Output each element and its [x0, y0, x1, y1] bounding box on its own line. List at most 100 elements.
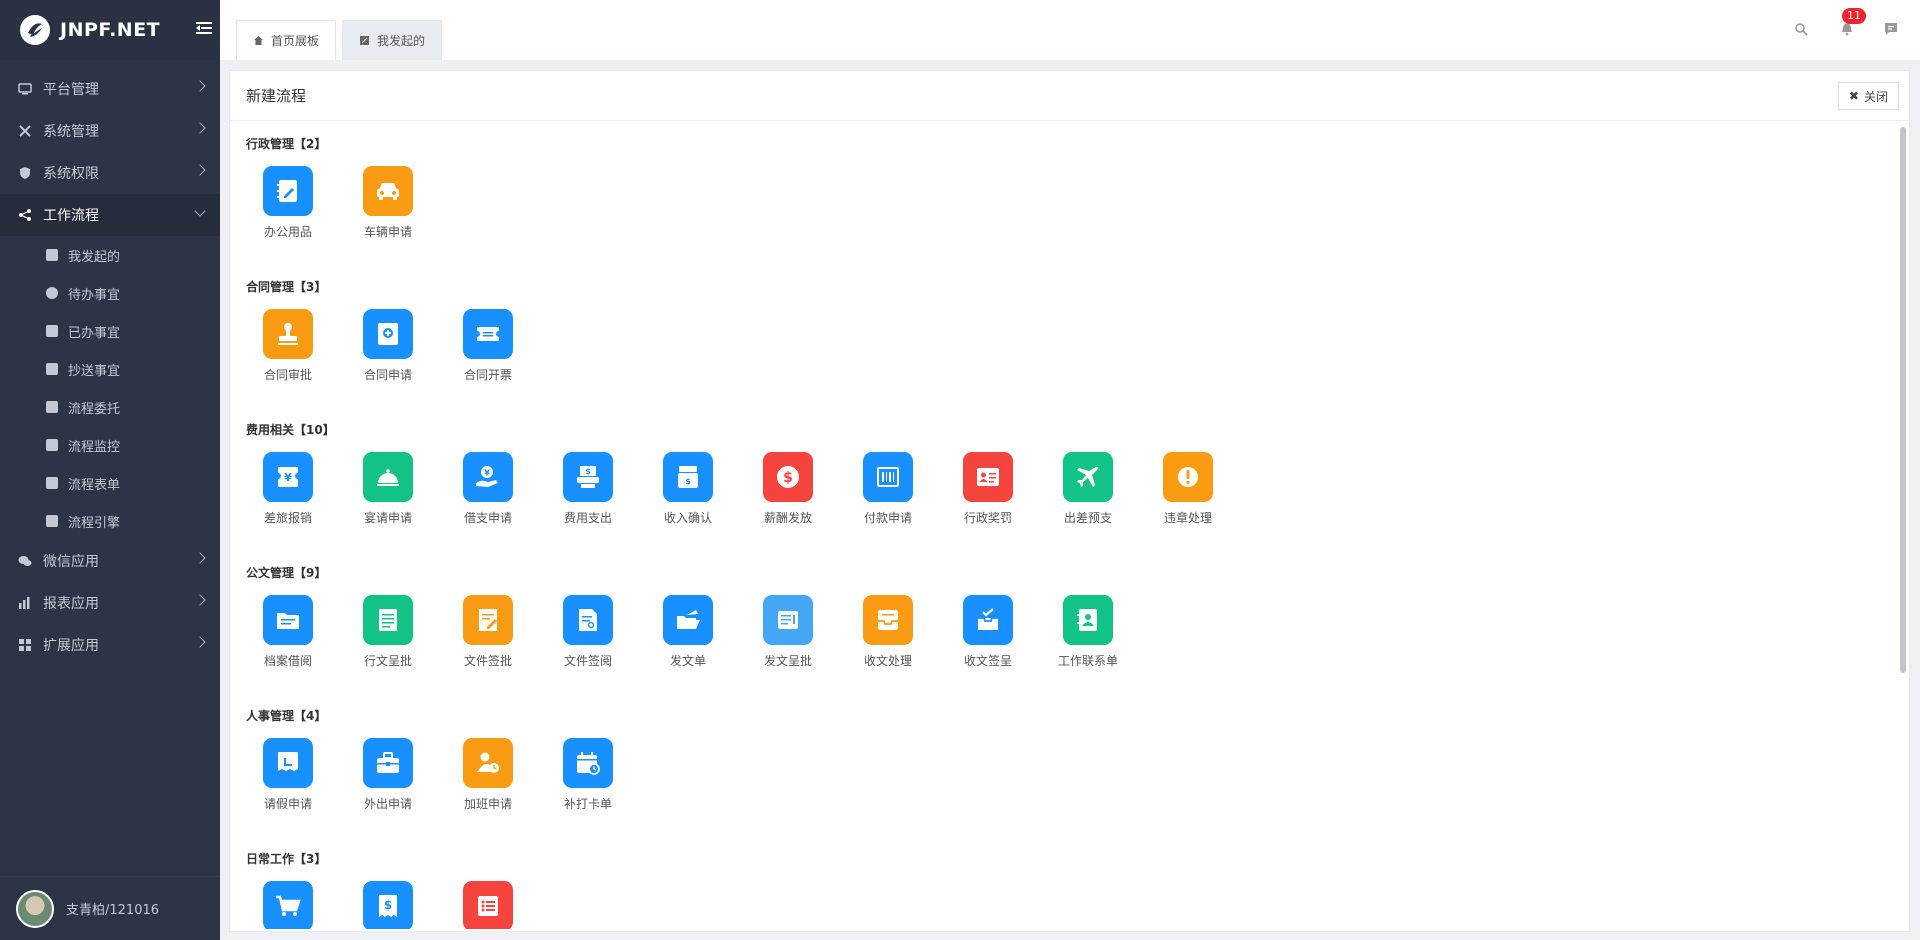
close-button[interactable]: ✖ 关闭	[1837, 82, 1899, 110]
process-app-item[interactable]: 合同开票	[448, 309, 528, 383]
scrollbar-thumb[interactable]	[1900, 127, 1906, 673]
search-icon[interactable]	[1794, 22, 1808, 36]
notebook-icon	[263, 166, 313, 216]
process-app-item[interactable]: 收文签呈	[948, 595, 1028, 669]
sidebar-item-workflow[interactable]: 工作流程	[0, 194, 220, 236]
process-app-item[interactable]: $	[348, 881, 428, 929]
process-app-item[interactable]: 办公用品	[248, 166, 328, 240]
submenu-item-cc[interactable]: 抄送事宜	[0, 350, 220, 388]
process-app-name: 车辆申请	[363, 225, 412, 239]
user-clock-icon	[463, 738, 513, 788]
message-icon[interactable]	[1884, 22, 1898, 36]
sidebar-item-extension[interactable]: 扩展应用	[0, 624, 220, 666]
sidebar-item-permission[interactable]: 系统权限	[0, 152, 220, 194]
sidebar-item-label: 扩展应用	[43, 638, 99, 654]
barcode-icon	[863, 452, 913, 502]
process-app-name: 文件签阅	[563, 654, 612, 668]
process-app-name: 差旅报销	[263, 511, 312, 525]
process-groups: 行政管理【2】 办公用品 车辆申请 合同管理【3】 合同审批 合同申请 合同开票 费用相关【1…	[246, 123, 1886, 929]
process-app-item[interactable]: 付款申请	[848, 452, 928, 526]
process-app-item[interactable]: 补打卡单	[548, 738, 628, 812]
process-app-item[interactable]: 发文呈批	[748, 595, 828, 669]
submenu-item-delegate[interactable]: 流程委托	[0, 388, 220, 426]
submenu-item-form[interactable]: 流程表单	[0, 464, 220, 502]
process-app-item[interactable]: 合同审批	[248, 309, 328, 383]
hand-icon	[46, 401, 58, 413]
process-app-name: 外出申请	[363, 797, 412, 811]
submenu-item-todo[interactable]: 待办事宜	[0, 274, 220, 312]
notification-badge: 11	[1842, 8, 1866, 24]
process-app-item[interactable]: $ 费用支出	[548, 452, 628, 526]
shield-icon	[20, 167, 30, 179]
bell-icon[interactable]	[1840, 22, 1854, 36]
process-app-name: 工作联系单	[1057, 654, 1118, 668]
sidebar-item-system[interactable]: 系统管理	[0, 110, 220, 152]
svg-text:$: $	[384, 898, 392, 912]
process-app-item[interactable]: 外出申请	[348, 738, 428, 812]
process-app-item[interactable]: $ 收入确认	[648, 452, 728, 526]
sidebar-item-wechat[interactable]: 微信应用	[0, 540, 220, 582]
car-icon	[363, 166, 413, 216]
process-app-item[interactable]: 合同申请	[348, 309, 428, 383]
yen-ticket-icon: ¥	[263, 452, 313, 502]
hand-coin-icon: ¥	[463, 452, 513, 502]
process-app-item[interactable]: 违章处理	[1148, 452, 1228, 526]
menu-collapse-icon[interactable]	[196, 20, 212, 36]
process-app-item[interactable]: 行政奖罚	[948, 452, 1028, 526]
submenu-item-engine[interactable]: 流程引擎	[0, 502, 220, 540]
process-app-item[interactable]: 请假申请	[248, 738, 328, 812]
chevron-down-icon	[194, 205, 206, 217]
group-title: 人事管理【4】	[246, 709, 327, 723]
sidebar-nav-lower: 微信应用 报表应用 扩展应用	[0, 540, 220, 666]
plus-doc-icon	[363, 309, 413, 359]
process-app-item[interactable]: ¥ 差旅报销	[248, 452, 328, 526]
contact-book-icon	[1063, 595, 1113, 645]
leave-icon	[263, 738, 313, 788]
process-app-item[interactable]: 车辆申请	[348, 166, 428, 240]
user-profile[interactable]: 支青柏/121016	[0, 876, 220, 940]
group-title: 日常工作【3】	[246, 852, 327, 866]
process-app-item[interactable]: 出差预支	[1048, 452, 1128, 526]
process-app-item[interactable]: 档案借阅	[248, 595, 328, 669]
workflow-submenu: 我发起的 待办事宜 已办事宜 抄送事宜 流程委托 流程监控 流程表单 流程引擎	[0, 236, 220, 540]
svg-text:¥: ¥	[484, 469, 490, 478]
svg-text:$: $	[685, 477, 691, 486]
process-app-item[interactable]: 文件签批	[448, 595, 528, 669]
doc-read-icon	[563, 595, 613, 645]
sidebar-item-platform[interactable]: 平台管理	[0, 68, 220, 110]
chevron-right-icon	[194, 164, 206, 176]
submenu-item-label: 流程引擎	[68, 515, 121, 531]
submenu-item-my-started[interactable]: 我发起的	[0, 236, 220, 274]
submenu-item-monitor[interactable]: 流程监控	[0, 426, 220, 464]
process-app-item[interactable]: ¥ 借支申请	[448, 452, 528, 526]
dollar-box-icon: $	[663, 452, 713, 502]
sidebar-item-report[interactable]: 报表应用	[0, 582, 220, 624]
dollar-printer-icon: $	[563, 452, 613, 502]
group-title: 合同管理【3】	[246, 280, 327, 294]
tab-my-started[interactable]: 我发起的	[342, 20, 443, 60]
tab-label: 首页展板	[271, 34, 320, 48]
process-app-item[interactable]: $ 薪酬发放	[748, 452, 828, 526]
process-app-item[interactable]: 收文处理	[848, 595, 928, 669]
note-icon	[763, 595, 813, 645]
process-app-item[interactable]: 加班申请	[448, 738, 528, 812]
chevron-right-icon	[194, 552, 206, 564]
process-app-name: 补打卡单	[563, 797, 612, 811]
brand-logo-icon	[20, 15, 50, 45]
wechat-icon	[18, 556, 32, 566]
home-icon	[254, 36, 263, 45]
monitor-icon	[18, 83, 32, 95]
process-app-item[interactable]: 宴请申请	[348, 452, 428, 526]
panel-header: 新建流程	[230, 71, 1909, 121]
tab-dashboard[interactable]: 首页展板	[236, 20, 337, 60]
process-app-item[interactable]: 行文呈批	[348, 595, 428, 669]
process-app-item[interactable]: 发文单	[648, 595, 728, 669]
submenu-item-label: 流程委托	[68, 401, 121, 417]
sidebar-item-label: 报表应用	[43, 596, 99, 612]
process-app-item[interactable]	[448, 881, 528, 929]
doc-list-icon	[363, 595, 413, 645]
process-app-item[interactable]: 文件签阅	[548, 595, 628, 669]
process-app-item[interactable]	[248, 881, 328, 929]
process-app-item[interactable]: 工作联系单	[1048, 595, 1128, 669]
submenu-item-done[interactable]: 已办事宜	[0, 312, 220, 350]
